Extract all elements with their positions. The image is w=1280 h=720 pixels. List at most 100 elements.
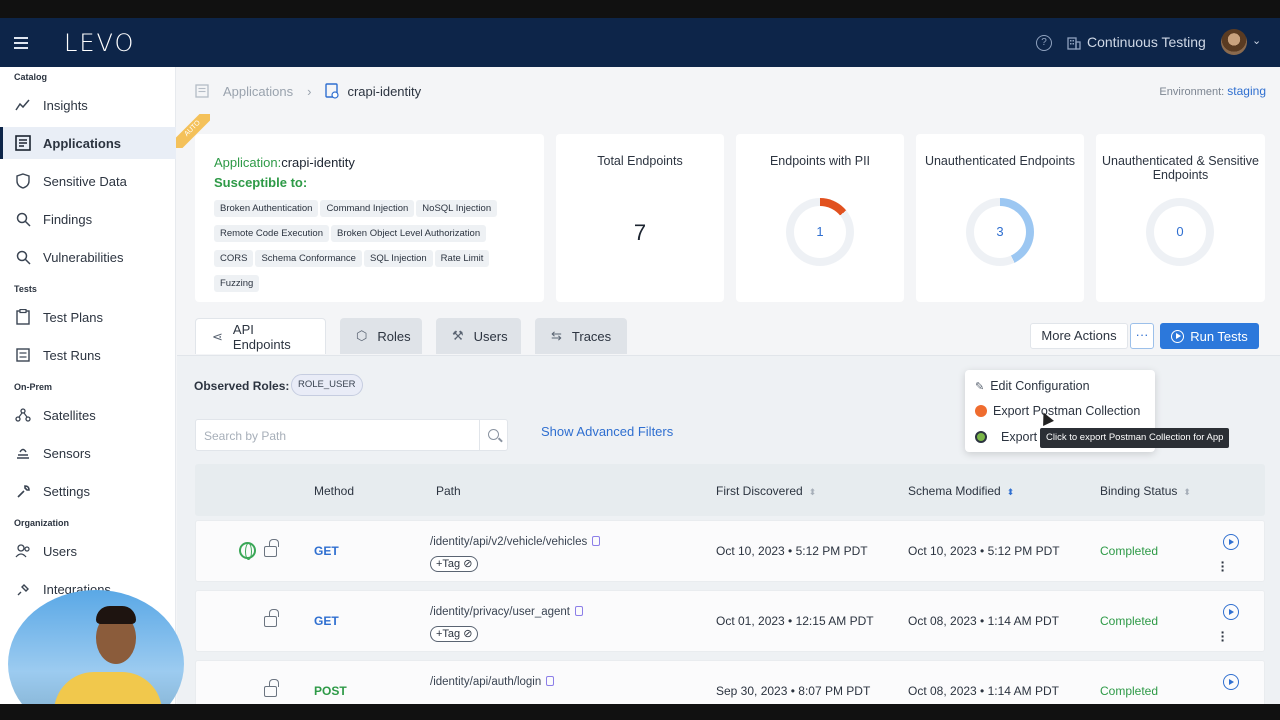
sidebar-item-satellites[interactable]: Satellites — [0, 399, 176, 431]
endpoint-path[interactable]: /identity/api/auth/login — [430, 676, 555, 688]
swap-icon: ⇆ — [551, 328, 562, 343]
sort-icon[interactable]: ⬍ — [1183, 487, 1191, 497]
sidebar-item-label: Vulnerabilities — [43, 249, 124, 265]
menu-item-export[interactable]: Export — [975, 430, 1037, 444]
tab-roles[interactable]: ⬡ Roles — [340, 318, 422, 354]
sidebar-section-tests: Tests — [14, 284, 37, 294]
endpoint-path[interactable]: /identity/api/v2/vehicle/vehicles — [430, 536, 601, 548]
sidebar-section-on-prem: On-Prem — [14, 382, 53, 392]
sidebar-item-test-runs[interactable]: Test Runs — [0, 339, 176, 371]
users-icon — [14, 542, 32, 560]
method-badge: POST — [314, 684, 347, 698]
row-menu-icon[interactable]: · · · — [1220, 625, 1226, 647]
app-file-icon — [325, 83, 340, 99]
sort-icon[interactable]: ⬍ — [809, 487, 817, 497]
shield-icon — [14, 172, 32, 190]
show-advanced-filters-link[interactable]: Show Advanced Filters — [541, 424, 673, 439]
sidebar-item-label: Test Plans — [43, 309, 103, 325]
run-endpoint-icon[interactable] — [1223, 674, 1239, 690]
metric-title: Unauthenticated Endpoints — [924, 154, 1076, 168]
cube-icon: ⬡ — [356, 328, 368, 343]
sidebar-item-vulnerabilities[interactable]: Vulnerabilities — [0, 241, 176, 273]
environment-label: Environment: — [1159, 86, 1225, 98]
binding-status: Completed — [1100, 544, 1159, 558]
chevron-right-icon: › — [307, 83, 312, 99]
menu-icon[interactable] — [14, 34, 28, 50]
breadcrumb-applications[interactable]: Applications — [223, 84, 293, 99]
search-input[interactable]: Search by Path — [204, 429, 286, 443]
vuln-tag: Command Injection — [320, 200, 415, 217]
vuln-tag: Broken Authentication — [214, 200, 319, 217]
top-navbar: LEVO ? Continuous Testing ⌄ — [0, 18, 1280, 67]
column-header-schema-modified[interactable]: Schema Modified ⬍ — [908, 484, 1014, 498]
chevron-down-icon[interactable]: ⌄ — [1252, 34, 1261, 47]
help-icon[interactable]: ? — [1036, 35, 1052, 51]
row-menu-icon[interactable]: · · · — [1220, 555, 1226, 577]
run-tests-button[interactable]: Run Tests — [1160, 323, 1259, 349]
sidebar-item-insights[interactable]: Insights — [0, 89, 176, 121]
environment-value[interactable]: staging — [1227, 84, 1266, 98]
run-endpoint-icon[interactable] — [1223, 604, 1239, 620]
network-icon — [14, 406, 32, 424]
more-actions-button[interactable]: More Actions — [1030, 323, 1128, 349]
unauth-sensitive-donut-chart: 0 — [1146, 198, 1214, 266]
search-box[interactable]: Search by Path — [195, 419, 508, 451]
metric-title: Unauthenticated & Sensitive Endpoints — [1101, 154, 1260, 182]
list-icon — [14, 346, 32, 364]
copy-icon[interactable] — [575, 606, 583, 616]
divider — [479, 420, 480, 450]
column-header-first-discovered[interactable]: First Discovered ⬍ — [716, 484, 816, 498]
copy-icon[interactable] — [592, 536, 601, 546]
vuln-tag: Remote Code Execution — [214, 225, 329, 242]
sidebar-item-sensors[interactable]: Sensors — [0, 437, 176, 469]
binding-status: Completed — [1100, 684, 1159, 698]
column-header-binding-status[interactable]: Binding Status ⬍ — [1100, 484, 1191, 498]
vuln-tag: Broken Object Level Authorization — [330, 225, 487, 242]
sort-icon[interactable]: ⬍ — [1007, 487, 1015, 497]
first-discovered: Oct 10, 2023 • 5:12 PM PDT — [716, 544, 868, 558]
tab-traces[interactable]: ⇆ Traces — [535, 318, 627, 354]
method-badge: GET — [314, 614, 339, 628]
sidebar-item-findings[interactable]: Findings — [0, 203, 176, 235]
sidebar-item-label: Applications — [43, 135, 122, 151]
sidebar-item-sensitive-data[interactable]: Sensitive Data — [0, 165, 176, 197]
sidebar-item-applications[interactable]: Applications — [0, 127, 176, 159]
application-title: Application:crapi-identity — [214, 155, 355, 170]
user-avatar[interactable] — [1221, 29, 1247, 55]
postman-icon — [975, 405, 987, 417]
environment-indicator: Environment: staging — [1159, 84, 1266, 98]
column-header-path: Path — [436, 484, 461, 498]
sidebar-item-label: Test Runs — [43, 347, 101, 363]
schema-modified: Oct 10, 2023 • 5:12 PM PDT — [908, 544, 1060, 558]
vuln-tag: CORS — [214, 250, 254, 267]
sidebar-item-label: Insights — [43, 97, 88, 113]
role-chip[interactable]: ROLE_USER — [291, 374, 363, 396]
metric-title: Endpoints with PII — [769, 154, 871, 168]
copy-icon[interactable] — [546, 676, 555, 686]
sidebar-item-test-plans[interactable]: Test Plans — [0, 301, 176, 333]
auto-ribbon: AUTO — [176, 114, 210, 148]
org-switcher[interactable]: Continuous Testing — [1087, 34, 1206, 50]
run-endpoint-icon[interactable] — [1223, 534, 1239, 550]
sidebar-item-label: Sensitive Data — [43, 173, 127, 189]
sidebar-item-users[interactable]: Users — [0, 535, 176, 567]
search-icon[interactable] — [488, 429, 499, 440]
metric-value: 7 — [633, 220, 647, 245]
more-options-button[interactable]: ··· — [1130, 323, 1154, 349]
add-tag-button[interactable]: +Tag ⊘ — [430, 556, 479, 572]
menu-item-edit-configuration[interactable]: ✎ Edit Configuration — [975, 379, 1090, 393]
sidebar-item-settings[interactable]: Settings — [0, 475, 176, 507]
metric-value: 3 — [974, 206, 1026, 258]
applications-icon — [14, 134, 32, 152]
endpoint-path[interactable]: /identity/privacy/user_agent — [430, 606, 583, 618]
sidebar-section-organization: Organization — [14, 518, 70, 528]
add-tag-button[interactable]: +Tag ⊘ — [430, 626, 479, 642]
sidebar-item-label: Settings — [43, 483, 90, 499]
tab-api-endpoints[interactable]: ⋖ API Endpoints — [195, 318, 326, 354]
search-icon — [14, 210, 32, 228]
menu-item-export-postman[interactable]: Export Postman Collection — [975, 404, 1140, 418]
logo: LEVO — [64, 29, 136, 57]
tab-users[interactable]: ⚒ Users — [436, 318, 521, 354]
method-badge: GET — [314, 544, 339, 558]
sidebar-item-label: Satellites — [43, 407, 96, 423]
